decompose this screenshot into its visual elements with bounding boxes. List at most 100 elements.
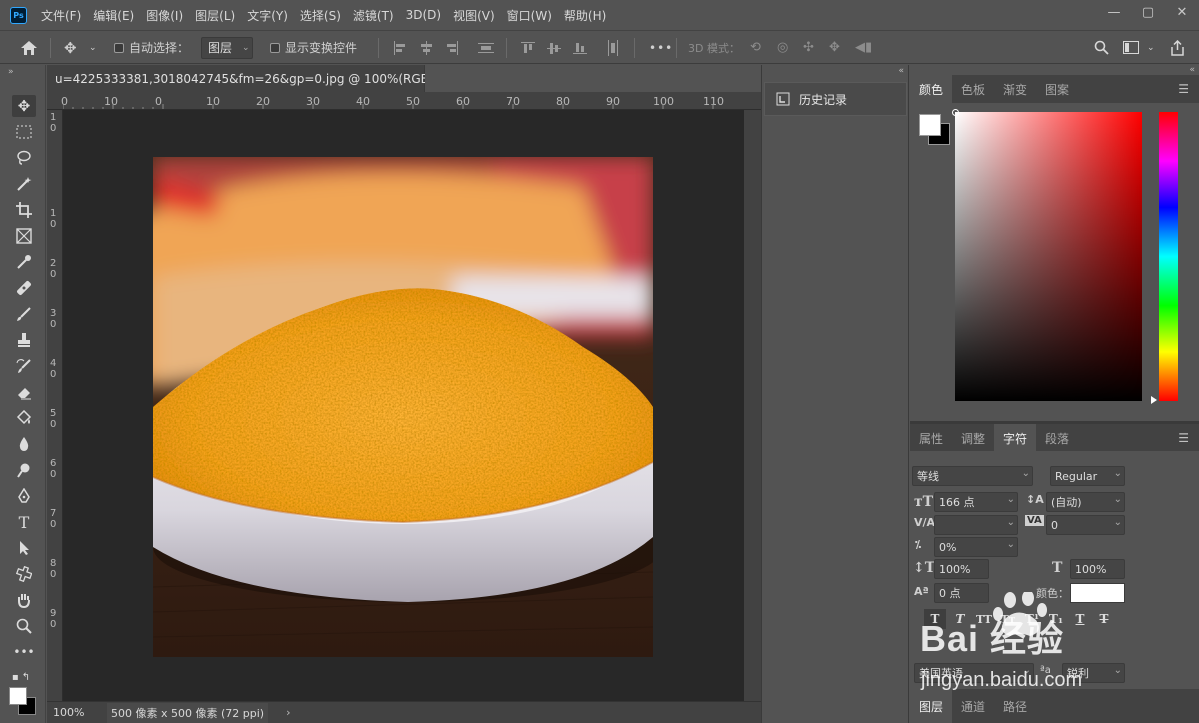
menu-file[interactable]: 文件(F) [35,7,87,24]
align-top-icon[interactable] [521,31,535,64]
auto-select-checkbox[interactable]: 自动选择： [114,31,189,64]
close-icon[interactable]: ✕ [1165,0,1199,24]
faux-italic-button[interactable]: T [949,609,971,629]
tab-properties[interactable]: 属性 [910,424,952,452]
type-tool-icon[interactable]: T [12,511,36,533]
menu-layer[interactable]: 图层(L) [189,7,241,24]
tab-channels[interactable]: 通道 [952,689,994,723]
path-selection-icon[interactable] [12,537,36,559]
align-right-icon[interactable] [445,31,459,64]
vertical-scrollbar[interactable] [744,110,761,701]
auto-select-dropdown[interactable]: 图层 ⌄ [201,36,253,59]
underline-button[interactable]: T [1069,609,1091,629]
marquee-tool-icon[interactable] [12,121,36,143]
hand-tool-icon[interactable] [12,589,36,611]
strikethrough-button[interactable]: T [1093,609,1115,629]
move-tool-icon[interactable]: ✥ [64,31,77,64]
chevron-down-icon[interactable]: ⌄ [89,31,97,64]
show-transform-checkbox[interactable]: 显示变换控件 [270,31,357,64]
kerning-field[interactable]: ⌄ [934,515,1018,535]
all-caps-button[interactable]: TT [973,609,995,629]
history-brush-icon[interactable] [12,355,36,377]
document-tab[interactable]: u=4225333381,3018042745&fm=26&gp=0.jpg @… [47,65,474,92]
chevron-down-icon[interactable]: ⌄ [1147,31,1155,64]
paint-bucket-icon[interactable] [12,407,36,429]
eyedropper-icon[interactable] [12,251,36,273]
minimize-icon[interactable]: — [1097,0,1131,24]
panel-menu-icon[interactable]: ☰ [1178,82,1189,96]
zoom-level[interactable]: 100% [53,706,93,719]
checkbox-icon[interactable] [270,42,280,53]
leading-field[interactable]: (自动) ⌄ [1046,492,1125,512]
tab-layers[interactable]: 图层 [910,689,953,723]
workspace-icon[interactable] [1123,31,1139,64]
menu-view[interactable]: 视图(V) [447,7,501,24]
color-picker-field[interactable] [955,112,1142,401]
baseline-shift-field[interactable]: 0 点 [934,583,989,603]
dodge-tool-icon[interactable] [12,459,36,481]
font-style-select[interactable]: Regular ⌄ [1050,466,1125,486]
align-left-icon[interactable] [393,31,407,64]
lasso-tool-icon[interactable] [12,147,36,169]
menu-window[interactable]: 窗口(W) [501,7,558,24]
home-icon[interactable] [20,31,38,64]
tab-color[interactable]: 颜色 [910,75,953,103]
zoom-tool-icon[interactable] [12,615,36,637]
collapse-icon[interactable]: » [8,67,14,77]
tab-paths[interactable]: 路径 [994,689,1036,723]
shape-tool-icon[interactable] [12,563,36,585]
panel-menu-icon[interactable]: ☰ [1178,431,1189,445]
menu-filter[interactable]: 滤镜(T) [347,7,400,24]
faux-bold-button[interactable]: T [924,609,946,629]
antialias-select[interactable]: 锐利 ⌄ [1062,663,1125,683]
align-middle-v-icon[interactable] [547,31,561,64]
hue-slider[interactable] [1159,112,1178,401]
hue-slider-handle[interactable] [1151,396,1157,404]
tab-character[interactable]: 字符 [994,424,1037,452]
history-panel-button[interactable]: 历史记录 [764,82,907,116]
eraser-tool-icon[interactable] [12,381,36,403]
distribute-h-icon[interactable] [606,31,620,64]
checkbox-icon[interactable] [114,42,124,53]
subscript-button[interactable]: T₁ [1045,609,1067,629]
menu-help[interactable]: 帮助(H) [558,7,612,24]
search-icon[interactable] [1094,31,1109,64]
tab-gradients[interactable]: 渐变 [994,75,1036,103]
magic-wand-icon[interactable] [12,173,36,195]
restore-icon[interactable]: ▢ [1131,0,1165,24]
brush-tool-icon[interactable] [12,303,36,325]
font-family-select[interactable]: 等线 ⌄ [912,466,1033,486]
collapse-icon[interactable]: « [1189,65,1195,75]
crop-tool-icon[interactable] [12,199,36,221]
tsume-field[interactable]: 0% ⌄ [934,537,1018,557]
menu-image[interactable]: 图像(I) [140,7,189,24]
menu-type[interactable]: 文字(Y) [241,7,294,24]
foreground-color-swatch[interactable] [919,114,941,136]
language-select[interactable]: 美国英语 ⌄ [914,663,1034,683]
stamp-tool-icon[interactable] [12,329,36,351]
align-bottom-icon[interactable] [573,31,587,64]
tracking-field[interactable]: 0 ⌄ [1046,515,1125,535]
menu-select[interactable]: 选择(S) [294,7,347,24]
vertical-scale-field[interactable]: 100% [934,559,989,579]
frame-tool-icon[interactable] [12,225,36,247]
collapse-icon[interactable]: « [898,66,904,76]
color-swatches[interactable] [8,685,38,717]
tab-patterns[interactable]: 图案 [1036,75,1078,103]
tab-adjustments[interactable]: 调整 [952,424,994,452]
document-image[interactable] [153,157,653,657]
superscript-button[interactable]: T¹ [1021,609,1043,629]
tab-paragraph[interactable]: 段落 [1036,424,1078,452]
small-caps-button[interactable]: Tт [997,609,1019,629]
align-center-h-icon[interactable] [419,31,433,64]
more-options-icon[interactable]: ••• [649,31,673,64]
font-size-field[interactable]: 166 点 ⌄ [934,492,1018,512]
text-color-swatch[interactable] [1070,583,1125,603]
horizontal-scale-field[interactable]: 100% [1070,559,1125,579]
distribute-icon[interactable] [478,31,494,64]
menu-3d[interactable]: 3D(D) [400,8,447,22]
menu-edit[interactable]: 编辑(E) [87,7,140,24]
edit-toolbar-icon[interactable]: ••• [12,641,36,663]
status-menu-icon[interactable]: › [286,706,290,719]
share-icon[interactable] [1170,31,1185,64]
